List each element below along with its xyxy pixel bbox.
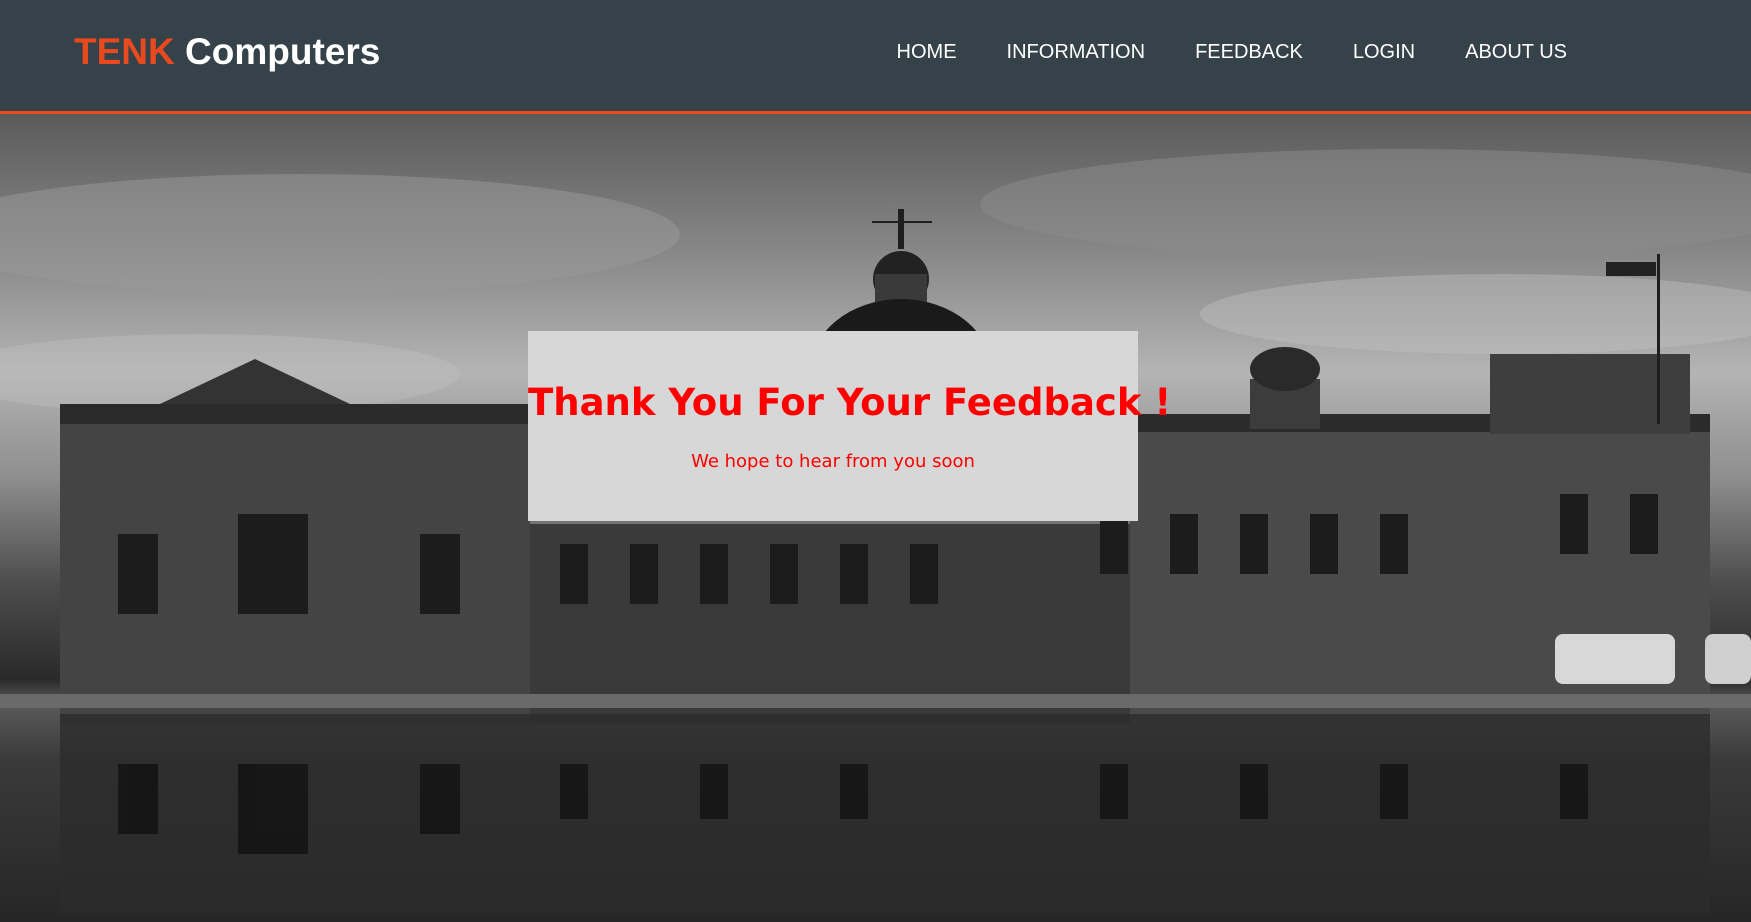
confirmation-title: Thank You For Your Feedback ! xyxy=(528,381,1172,424)
main-nav: HOME INFORMATION FEEDBACK LOGIN ABOUT US xyxy=(847,40,1567,64)
nav-about-us[interactable]: ABOUT US xyxy=(1465,40,1567,64)
confirmation-subtitle: We hope to hear from you soon xyxy=(691,451,975,472)
brand-accent: TENK xyxy=(74,31,175,72)
nav-information[interactable]: INFORMATION xyxy=(1007,40,1146,64)
nav-feedback[interactable]: FEEDBACK xyxy=(1195,40,1303,64)
hero-background-image: Thank You For Your Feedback ! We hope to… xyxy=(0,114,1751,922)
feedback-confirmation-card: Thank You For Your Feedback ! We hope to… xyxy=(528,331,1172,521)
nav-home[interactable]: HOME xyxy=(897,40,957,64)
brand-name: Computers xyxy=(185,31,381,72)
site-header: TENK Computers HOME INFORMATION FEEDBACK… xyxy=(0,0,1751,114)
site-logo[interactable]: TENK Computers xyxy=(74,30,380,74)
nav-login[interactable]: LOGIN xyxy=(1353,40,1415,64)
